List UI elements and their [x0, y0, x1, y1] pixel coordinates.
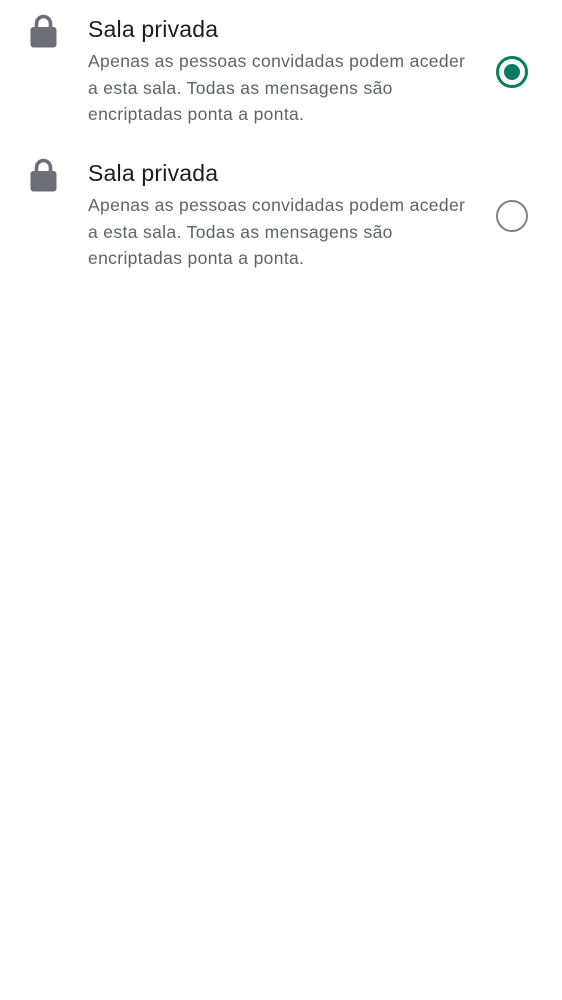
radio-button-unselected[interactable]	[496, 200, 528, 232]
option-title: Sala privada	[88, 16, 219, 42]
option-description: Apenas as pessoas convidadas podem acede…	[88, 195, 466, 269]
option-private-room-1[interactable]: Sala privada Apenas as pessoas convidada…	[0, 0, 562, 144]
option-texts: Sala privada Apenas as pessoas convidada…	[88, 12, 478, 128]
option-private-room-2[interactable]: Sala privada Apenas as pessoas convidada…	[0, 144, 562, 288]
option-title: Sala privada	[88, 160, 219, 186]
lock-icon	[30, 14, 57, 48]
option-texts: Sala privada Apenas as pessoas convidada…	[88, 156, 478, 272]
room-type-options: Sala privada Apenas as pessoas convidada…	[0, 0, 562, 288]
radio-dot	[504, 64, 520, 80]
option-description: Apenas as pessoas convidadas podem acede…	[88, 51, 466, 125]
lock-icon	[30, 158, 57, 192]
radio-button-selected[interactable]	[496, 56, 528, 88]
